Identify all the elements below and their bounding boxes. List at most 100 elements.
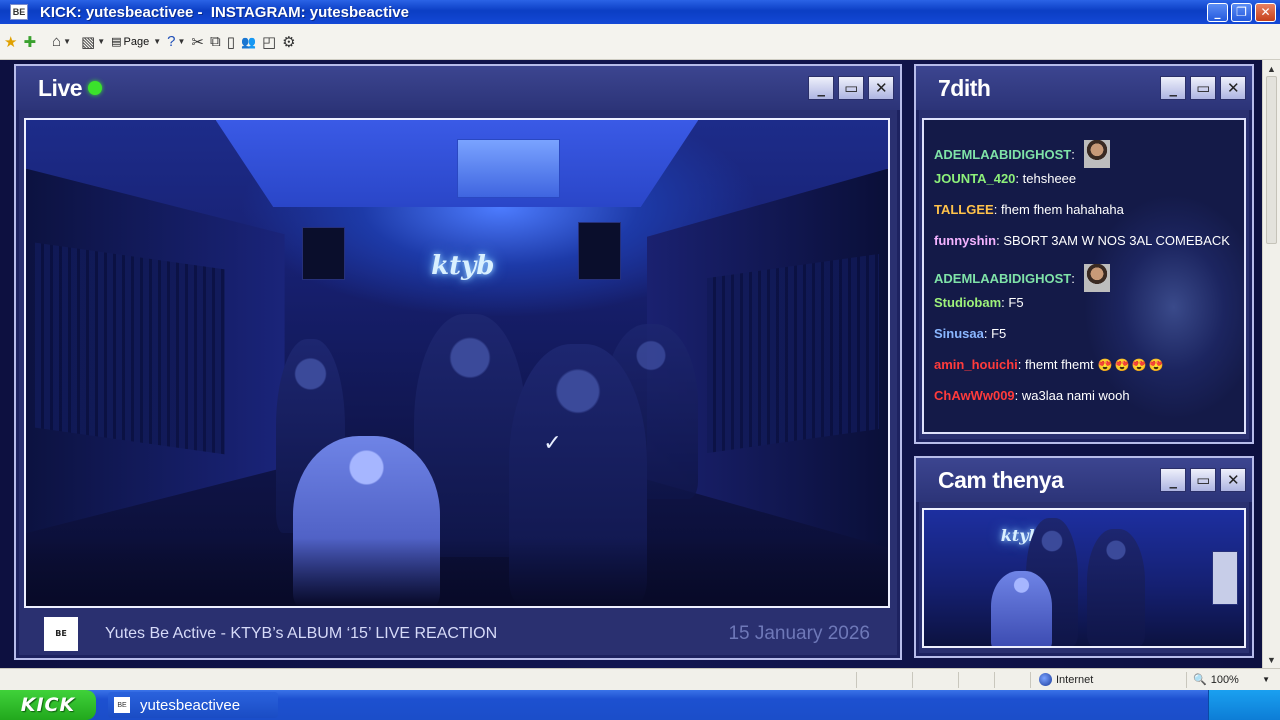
channel-logo: BE xyxy=(44,617,78,651)
studio-scene: ktyb ✓ xyxy=(26,120,888,606)
task-app-icon: BE xyxy=(114,697,130,713)
minimize-button[interactable]: _ xyxy=(1160,468,1186,492)
chat-username[interactable]: ADEMLAABIDIGHOST xyxy=(934,271,1071,286)
close-button[interactable]: ✕ xyxy=(1220,468,1246,492)
add-favorite-icon[interactable]: ✚ xyxy=(23,29,36,55)
status-segment xyxy=(994,671,1024,688)
page-scrollbar[interactable]: ▲ ▼ xyxy=(1262,60,1280,668)
tools-icon[interactable]: ✂ xyxy=(191,29,204,55)
cam-panel-controls: _ ▭ ✕ xyxy=(1160,468,1246,492)
scrollbar-thumb[interactable] xyxy=(1266,76,1277,244)
cam-panel: Cam thenya _ ▭ ✕ ktyb xyxy=(914,456,1254,658)
chat-message: funnyshin: SBORT 3AM W NOS 3AL COMEBACK xyxy=(934,233,1230,248)
chat-text: fhem fhem hahahaha xyxy=(1000,202,1124,217)
home-icon[interactable]: ⌂ ▼ xyxy=(52,29,71,55)
globe-icon xyxy=(1039,673,1052,686)
copy-icon[interactable]: ⧉ xyxy=(210,29,221,55)
page-menu-button[interactable]: ▤ Page ▼ xyxy=(111,29,161,55)
feeds-glyph: ▧ xyxy=(81,33,96,51)
cam-video[interactable]: ktyb xyxy=(922,508,1246,648)
chat-separator: : xyxy=(996,233,1004,248)
chat-message: ADEMLAABIDIGHOST: xyxy=(934,264,1111,292)
chevron-down-icon: ▼ xyxy=(153,37,162,46)
chat-username[interactable]: ChAwWw009 xyxy=(934,388,1015,403)
browser-statusbar: Internet 🔍 100% ▼ xyxy=(0,668,1280,690)
close-button[interactable]: ✕ xyxy=(868,76,894,100)
chat-message: Studiobam: F5 xyxy=(934,295,1024,310)
live-indicator-dot xyxy=(88,81,103,95)
chat-username[interactable]: funnyshin xyxy=(934,233,996,248)
feeds-icon[interactable]: ▧ ▼ xyxy=(81,29,105,55)
minimize-button[interactable]: _ xyxy=(1160,76,1186,100)
stream-date: 15 January 2026 xyxy=(728,623,870,644)
speaker-left xyxy=(301,226,345,281)
chat-username[interactable]: JOUNTA_420 xyxy=(934,171,1015,186)
chat-username[interactable]: TALLGEE xyxy=(934,202,994,217)
chat-text: fhemt fhemt xyxy=(1025,357,1094,372)
scroll-down-icon[interactable]: ▼ xyxy=(1265,653,1278,666)
emote-icon xyxy=(1084,140,1111,168)
status-segment xyxy=(958,671,988,688)
window-icon[interactable]: ◰ xyxy=(262,29,276,55)
chat-username[interactable]: ADEMLAABIDIGHOST xyxy=(934,147,1071,162)
neon-sign: ktyb xyxy=(431,251,495,282)
stream-title: Yutes Be Active - KTYB’s ALBUM ‘15’ LIVE… xyxy=(105,625,498,642)
chat-text: tehsheee xyxy=(1022,171,1077,186)
live-panel-title: Live xyxy=(38,74,83,101)
task-label: yutesbeactivee xyxy=(140,696,241,714)
help-icon[interactable]: ? ▼ xyxy=(167,29,185,55)
zoom-icon: 🔍 xyxy=(1193,674,1207,686)
maximize-button[interactable]: ▭ xyxy=(1190,468,1216,492)
chat-text: F5 xyxy=(1008,295,1024,310)
chat-message: Sinusaa: F5 xyxy=(934,326,1006,341)
clipboard-icon[interactable]: ▯ xyxy=(227,29,235,55)
zoom-control[interactable]: 🔍 100% ▼ xyxy=(1186,671,1270,688)
system-tray[interactable] xyxy=(1208,690,1280,720)
help-glyph: ? xyxy=(167,33,176,50)
window-titlebar[interactable]: BE KICK: yutesbeactivee - INSTAGRAM: yut… xyxy=(0,0,1280,24)
home-glyph: ⌂ xyxy=(52,33,62,50)
chat-separator: : xyxy=(1071,270,1079,286)
page-menu-label: Page xyxy=(123,35,150,48)
stream-video[interactable]: ktyb ✓ xyxy=(24,118,890,608)
chevron-down-icon: ▼ xyxy=(177,37,186,46)
person xyxy=(991,571,1052,646)
ceiling-light-panel xyxy=(457,139,561,198)
zoom-level: 100% xyxy=(1210,673,1239,686)
scroll-up-icon[interactable]: ▲ xyxy=(1265,62,1278,75)
minimize-button[interactable]: _ xyxy=(1207,2,1228,22)
chat-username[interactable]: amin_houichi xyxy=(934,357,1018,372)
floor-shadow xyxy=(26,537,888,606)
chat-separator: : xyxy=(1014,388,1022,403)
maximize-button[interactable]: ▭ xyxy=(838,76,864,100)
taskbar-window-button[interactable]: BE yutesbeactivee xyxy=(108,692,278,718)
gear-icon[interactable]: ⚙ xyxy=(282,29,295,55)
people-icon[interactable]: 👥 xyxy=(241,29,256,55)
chat-panel-title: 7dith xyxy=(938,74,991,101)
chat-text: F5 xyxy=(991,326,1007,341)
chat-message: amin_houichi: fhemt fhemt 😍😍😍😍 xyxy=(934,357,1165,372)
chat-feed[interactable]: ADEMLAABIDIGHOST: JOUNTA_420: tehsheee TA… xyxy=(922,118,1246,434)
monitor xyxy=(1212,550,1238,606)
security-zone[interactable]: Internet xyxy=(1030,671,1180,688)
chat-message: JOUNTA_420: tehsheee xyxy=(934,171,1076,186)
browser-toolbar: ★ ✚ ⌂ ▼ ▧ ▼ ▤ Page ▼ ? ▼ ✂ ⧉ ▯ 👥 ◰ ⚙ xyxy=(0,24,1280,60)
heart-eyes-emoji: 😍😍😍😍 xyxy=(1097,357,1166,372)
close-button[interactable]: ✕ xyxy=(1255,2,1276,22)
star-icon[interactable]: ★ xyxy=(4,29,17,55)
maximize-button[interactable]: ▭ xyxy=(1190,76,1216,100)
chat-separator: : xyxy=(1001,295,1009,310)
chat-username[interactable]: Sinusaa xyxy=(934,326,984,341)
close-button[interactable]: ✕ xyxy=(1220,76,1246,100)
chat-username[interactable]: Studiobam xyxy=(934,295,1001,310)
chat-panel: 7dith _ ▭ ✕ ADEMLAABIDIGHOST: JOUNTA_420… xyxy=(914,64,1254,444)
minimize-button[interactable]: _ xyxy=(808,76,834,100)
acoustic-panels-left xyxy=(34,242,225,455)
chat-message: ADEMLAABIDIGHOST: xyxy=(934,140,1111,168)
chevron-down-icon: ▼ xyxy=(1262,675,1270,684)
chat-panel-header: 7dith _ ▭ ✕ xyxy=(916,66,1252,110)
start-button[interactable]: KICK xyxy=(0,690,96,720)
maximize-button[interactable]: ❐ xyxy=(1231,2,1252,22)
speaker-right xyxy=(577,222,621,281)
browser-content: Live _ ▭ ✕ ktyb ✓ BE Yutes Be Active - K… xyxy=(0,60,1280,668)
